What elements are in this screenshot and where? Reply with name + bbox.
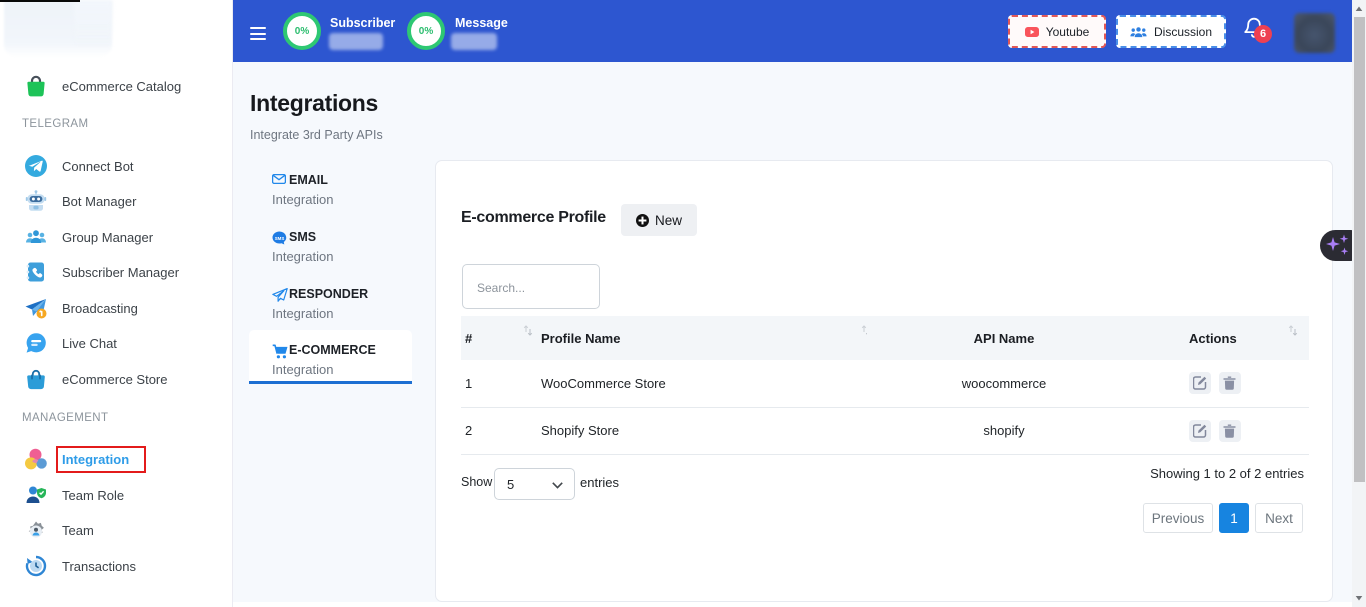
svg-text:SMS: SMS [275, 236, 285, 241]
